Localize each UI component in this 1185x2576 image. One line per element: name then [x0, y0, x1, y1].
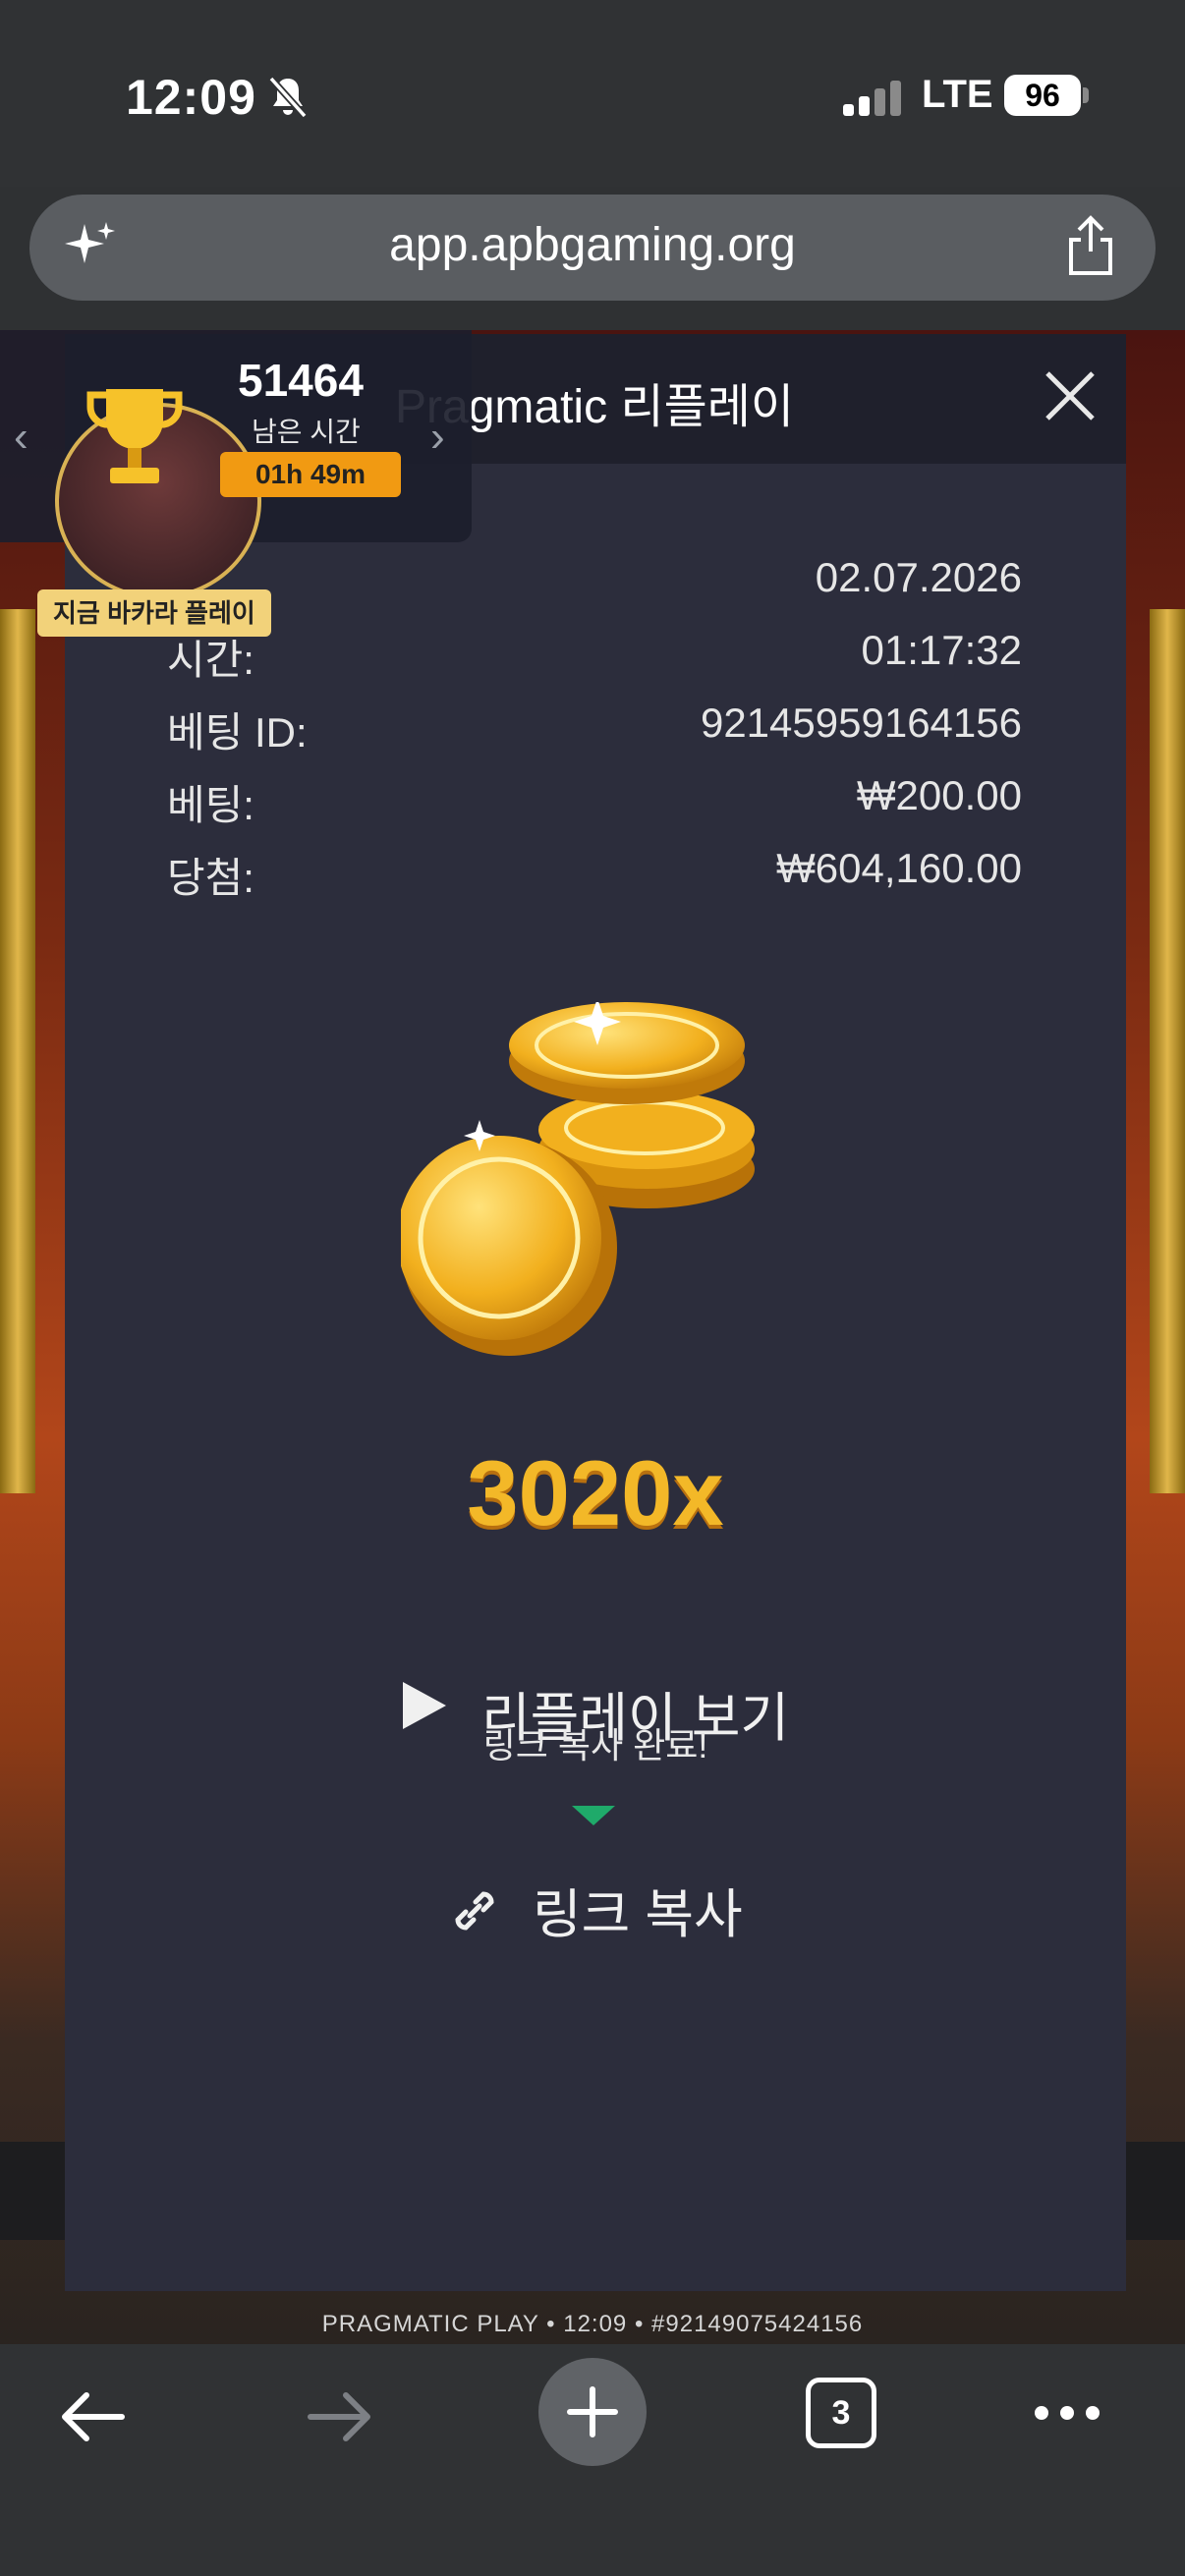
date-row: 02.07.2026: [167, 554, 1022, 613]
chevron-right-icon[interactable]: ›: [430, 413, 445, 462]
time-row: 시간: 01:17:32: [167, 627, 1022, 686]
trophy-icon: [86, 389, 183, 483]
signal-icon: [843, 81, 902, 116]
close-icon[interactable]: [1040, 365, 1100, 426]
more-icon[interactable]: [1032, 2403, 1102, 2423]
bet-id-row: 베팅 ID: 92145959164156: [167, 700, 1022, 758]
share-icon[interactable]: [1065, 214, 1116, 277]
tabs-button[interactable]: 3: [806, 2378, 876, 2448]
multiplier: 3020x: [467, 1441, 724, 1544]
chevron-left-icon[interactable]: ‹: [14, 413, 28, 462]
bet-id-label: 베팅 ID:: [167, 709, 308, 756]
play-baccarat-button[interactable]: 지금 바카라 플레이: [37, 589, 271, 637]
win-value: ₩604,160.00: [776, 845, 1022, 891]
link-copied-toast: 링크 복사 완료!: [482, 1725, 708, 1765]
time-value: 01:17:32: [861, 627, 1023, 673]
browser-toolbar: 3: [0, 2344, 1185, 2576]
win-row: 당첨: ₩604,160.00: [167, 845, 1022, 904]
bet-label: 베팅:: [167, 782, 254, 828]
back-arrow-icon[interactable]: [57, 2387, 126, 2446]
provider-line: PRAGMATIC PLAY • 12:09 • #92149075424156: [321, 2311, 864, 2337]
game-frame-right: [1150, 609, 1185, 1493]
bell-muted-icon: [268, 76, 308, 119]
new-tab-button[interactable]: [538, 2358, 647, 2466]
tournament-score: 51464: [238, 355, 364, 406]
battery-tip: [1083, 87, 1089, 103]
url-text[interactable]: app.apbgaming.org: [29, 218, 1156, 272]
remaining-time-label: 남은 시간: [252, 417, 361, 447]
battery-icon: 96: [1004, 75, 1081, 116]
game-frame-left: [0, 609, 35, 1493]
bet-id-value: 92145959164156: [700, 700, 1022, 746]
clock: 12:09: [126, 70, 256, 125]
bet-row: 베팅: ₩200.00: [167, 772, 1022, 831]
win-label: 당첨:: [167, 855, 254, 901]
copy-link-button[interactable]: 링크 복사: [446, 1867, 800, 1945]
forward-arrow-icon[interactable]: [307, 2387, 375, 2446]
plus-icon[interactable]: [566, 2385, 619, 2438]
coins-icon: [401, 1002, 755, 1356]
link-icon[interactable]: [446, 1882, 503, 1939]
timer-badge: 01h 49m: [220, 452, 401, 497]
toast-arrow: [572, 1806, 615, 1825]
date-value: 02.07.2026: [815, 554, 1022, 600]
network-type: LTE: [922, 73, 993, 116]
bet-value: ₩200.00: [856, 772, 1022, 818]
status-bar: 12:09 LTE 96 app.apbgaming.org: [0, 0, 1185, 301]
copy-link-label[interactable]: 링크 복사: [533, 1871, 743, 1948]
address-bar[interactable]: app.apbgaming.org: [29, 195, 1156, 301]
